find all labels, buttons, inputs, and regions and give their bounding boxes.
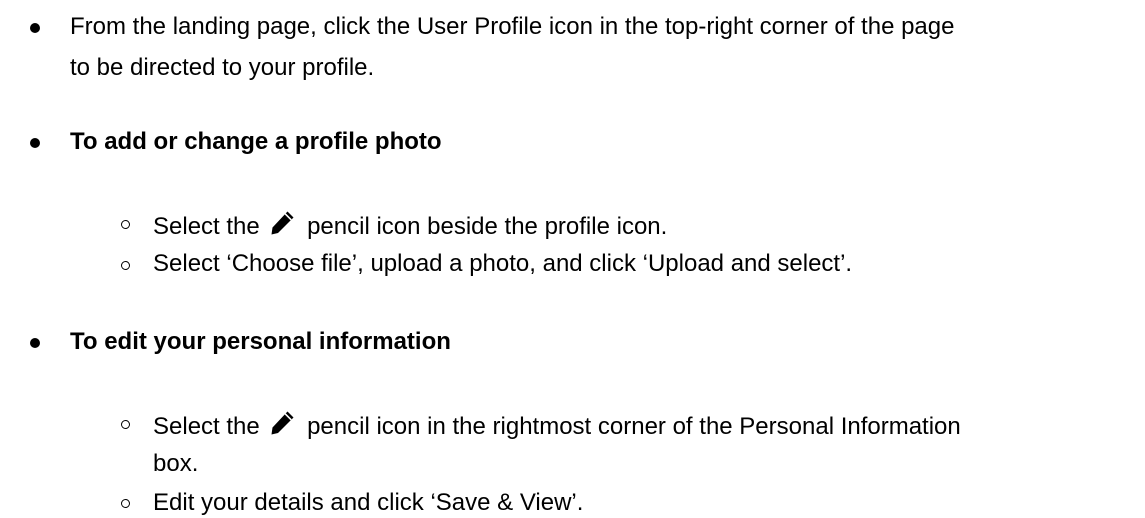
step-text-before: Select the	[153, 413, 260, 440]
personal-info-step-2: Edit your details and click ‘Save & View…	[153, 489, 584, 516]
profile-photo-heading: To add or change a profile photo	[70, 128, 442, 155]
sub-bullet-circle	[121, 420, 130, 429]
sub-bullet-circle	[121, 220, 130, 229]
personal-info-step-1-continuation: box.	[153, 450, 199, 477]
bullet-dot	[30, 338, 40, 348]
bullet-dot	[30, 138, 40, 148]
bullet-dot	[30, 23, 40, 33]
intro-line-2: to be directed to your profile.	[70, 54, 375, 81]
profile-photo-step-1: Select the pencil icon beside the profil…	[153, 209, 668, 240]
document-page: From the landing page, click the User Pr…	[0, 0, 1145, 516]
intro-line-1: From the landing page, click the User Pr…	[70, 13, 955, 40]
pencil-icon	[271, 211, 294, 235]
personal-info-step-1: Select the pencil icon in the rightmost …	[153, 409, 961, 440]
personal-info-heading: To edit your personal information	[70, 328, 451, 355]
sub-bullet-circle	[121, 261, 130, 270]
step-text-after: pencil icon in the rightmost corner of t…	[307, 413, 961, 440]
sub-bullet-circle	[121, 499, 130, 508]
step-text-after: pencil icon beside the profile icon.	[307, 213, 668, 240]
profile-photo-step-2: Select ‘Choose file’, upload a photo, an…	[153, 250, 853, 277]
pencil-icon	[271, 411, 294, 435]
step-text-before: Select the	[153, 213, 260, 240]
